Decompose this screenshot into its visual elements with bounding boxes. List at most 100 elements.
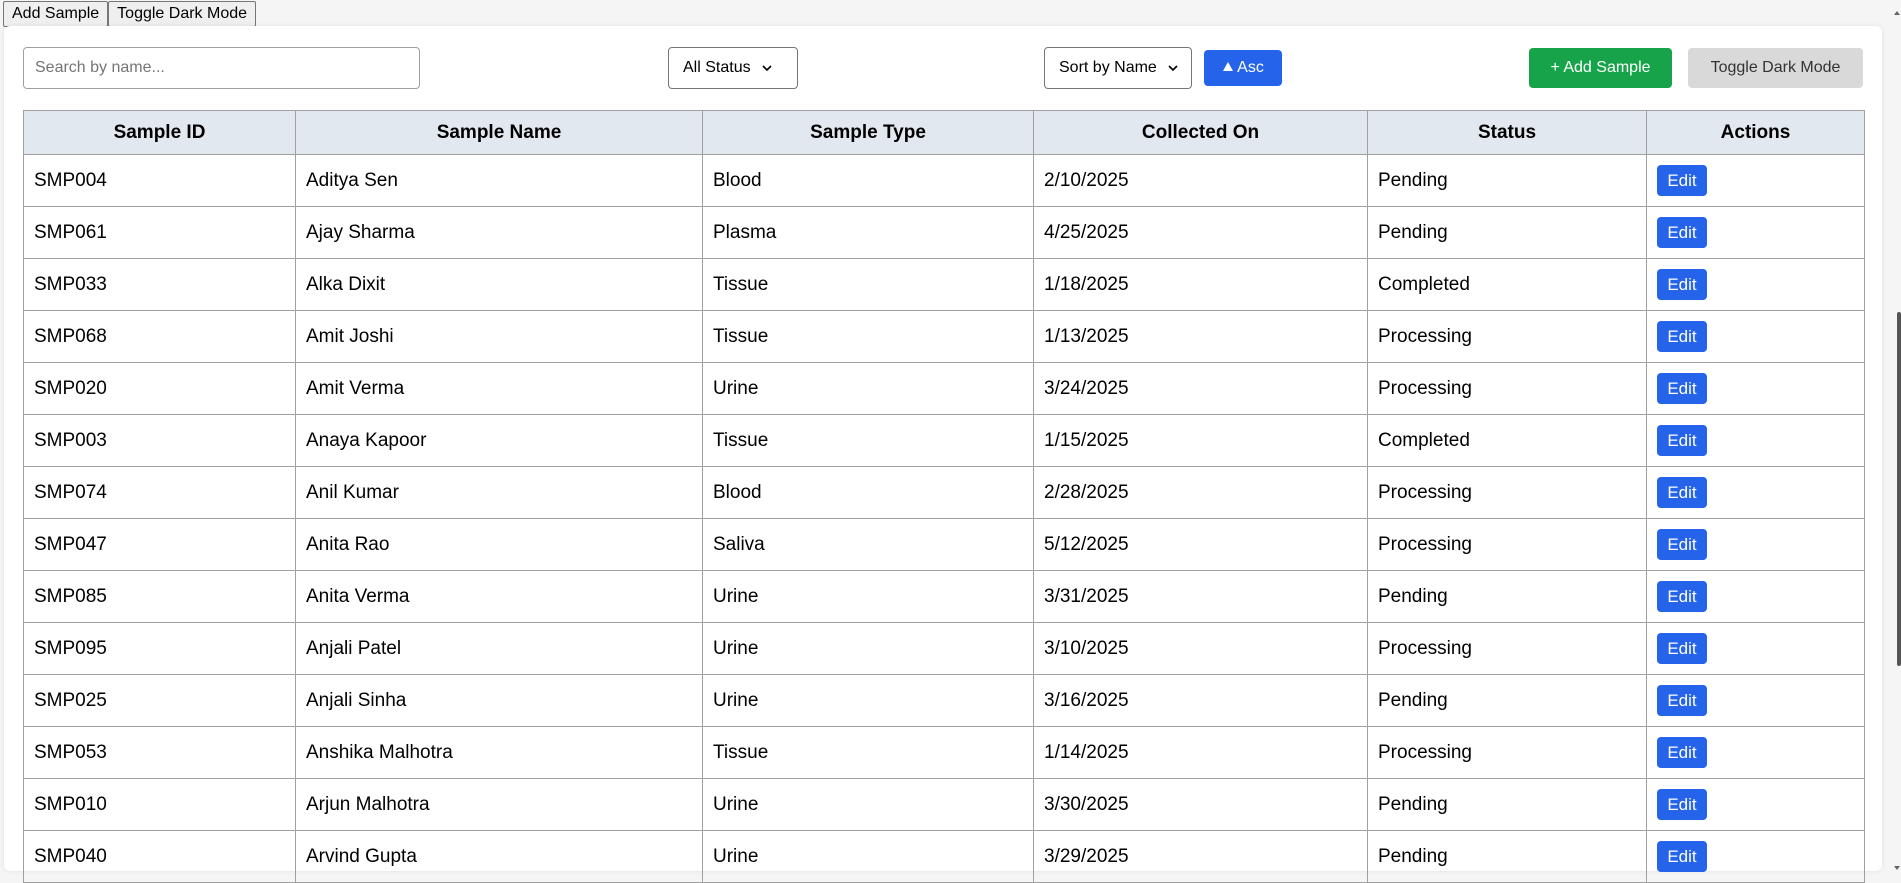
- actions-cell: Edit: [1646, 414, 1865, 467]
- collected-on-cell: 3/24/2025: [1033, 362, 1368, 415]
- collected-on-cell: 4/25/2025: [1033, 206, 1368, 259]
- edit-button[interactable]: Edit: [1657, 789, 1707, 820]
- sample-name-cell: Arjun Malhotra: [295, 778, 703, 831]
- sort-order-label: Asc: [1237, 59, 1264, 76]
- actions-cell: Edit: [1646, 310, 1865, 363]
- sample-id-cell: SMP053: [23, 726, 296, 779]
- column-header-sample-name[interactable]: Sample Name: [295, 110, 703, 155]
- table-body: SMP004 Aditya Sen Blood 2/10/2025 Pending Edi…: [23, 154, 1865, 883]
- toolbar: All Status Sort by Name Asc + Add Sample…: [4, 26, 1882, 110]
- sample-type-cell: Urine: [702, 622, 1034, 675]
- column-header-actions: Actions: [1646, 110, 1865, 155]
- sample-id-cell: SMP010: [23, 778, 296, 831]
- search-input[interactable]: [23, 47, 420, 89]
- actions-cell: Edit: [1646, 466, 1865, 519]
- sample-id-cell: SMP047: [23, 518, 296, 571]
- samples-table: Sample ID Sample Name Sample Type Collec…: [23, 110, 1865, 883]
- table-row: SMP068 Amit Joshi Tissue 1/13/2025 Processin…: [23, 310, 1865, 363]
- sample-type-cell: Blood: [702, 466, 1034, 519]
- status-cell: Processing: [1367, 518, 1647, 571]
- column-header-sample-id[interactable]: Sample ID: [23, 110, 296, 155]
- toggle-dark-mode-button[interactable]: Toggle Dark Mode: [1688, 48, 1863, 88]
- samples-panel: All Status Sort by Name Asc + Add Sample…: [4, 26, 1882, 883]
- edit-button[interactable]: Edit: [1657, 529, 1707, 560]
- table-row: SMP095 Anjali Patel Urine 3/10/2025 Processi…: [23, 622, 1865, 675]
- status-filter-select[interactable]: All Status: [668, 47, 798, 89]
- scrollbar-thumb[interactable]: [1897, 312, 1901, 666]
- sample-name-cell: Anshika Malhotra: [295, 726, 703, 779]
- status-cell: Pending: [1367, 674, 1647, 727]
- column-header-collected-on[interactable]: Collected On: [1033, 110, 1368, 155]
- sample-type-cell: Urine: [702, 362, 1034, 415]
- status-cell: Completed: [1367, 414, 1647, 467]
- scroll-up-icon[interactable]: [1893, 4, 1901, 15]
- actions-cell: Edit: [1646, 622, 1865, 675]
- collected-on-cell: 1/15/2025: [1033, 414, 1368, 467]
- status-cell: Completed: [1367, 258, 1647, 311]
- status-cell: Pending: [1367, 154, 1647, 207]
- sort-by-value: Sort by Name: [1059, 59, 1157, 76]
- sample-id-cell: SMP025: [23, 674, 296, 727]
- add-sample-button[interactable]: + Add Sample: [1529, 48, 1672, 88]
- status-cell: Processing: [1367, 622, 1647, 675]
- sample-id-cell: SMP033: [23, 258, 296, 311]
- column-header-status[interactable]: Status: [1367, 110, 1647, 155]
- sample-id-cell: SMP074: [23, 466, 296, 519]
- actions-cell: Edit: [1646, 258, 1865, 311]
- edit-button[interactable]: Edit: [1657, 373, 1707, 404]
- edit-button[interactable]: Edit: [1657, 477, 1707, 508]
- edit-button[interactable]: Edit: [1657, 581, 1707, 612]
- collected-on-cell: 3/30/2025: [1033, 778, 1368, 831]
- actions-cell: Edit: [1646, 674, 1865, 727]
- sample-name-cell: Anil Kumar: [295, 466, 703, 519]
- table-row: SMP053 Anshika Malhotra Tissue 1/14/2025 Pro…: [23, 726, 1865, 779]
- sample-type-cell: Urine: [702, 830, 1034, 883]
- sample-name-cell: Anaya Kapoor: [295, 414, 703, 467]
- sample-id-cell: SMP061: [23, 206, 296, 259]
- scroll-down-icon[interactable]: [1893, 859, 1901, 870]
- table-row: SMP010 Arjun Malhotra Urine 3/30/2025 Pendin…: [23, 778, 1865, 831]
- table-row: SMP020 Amit Verma Urine 3/24/2025 Processing…: [23, 362, 1865, 415]
- sample-id-cell: SMP003: [23, 414, 296, 467]
- edit-button[interactable]: Edit: [1657, 321, 1707, 352]
- collected-on-cell: 1/14/2025: [1033, 726, 1368, 779]
- actions-cell: Edit: [1646, 726, 1865, 779]
- top-add-sample-button[interactable]: Add Sample: [3, 1, 109, 27]
- sample-type-cell: Tissue: [702, 726, 1034, 779]
- sample-name-cell: Alka Dixit: [295, 258, 703, 311]
- sample-type-cell: Urine: [702, 570, 1034, 623]
- top-toggle-dark-button[interactable]: Toggle Dark Mode: [108, 1, 257, 27]
- page-scrollbar[interactable]: [1894, 0, 1901, 871]
- table-row: SMP025 Anjali Sinha Urine 3/16/2025 Pending E…: [23, 674, 1865, 727]
- sort-order-button[interactable]: Asc: [1204, 50, 1282, 86]
- sample-name-cell: Ajay Sharma: [295, 206, 703, 259]
- status-cell: Processing: [1367, 310, 1647, 363]
- chevron-down-icon: [761, 62, 773, 74]
- edit-button[interactable]: Edit: [1657, 633, 1707, 664]
- column-header-sample-type[interactable]: Sample Type: [702, 110, 1034, 155]
- collected-on-cell: 3/10/2025: [1033, 622, 1368, 675]
- edit-button[interactable]: Edit: [1657, 217, 1707, 248]
- sample-type-cell: Tissue: [702, 414, 1034, 467]
- collected-on-cell: 5/12/2025: [1033, 518, 1368, 571]
- status-filter-value: All Status: [683, 59, 751, 76]
- sample-name-cell: Anjali Sinha: [295, 674, 703, 727]
- edit-button[interactable]: Edit: [1657, 425, 1707, 456]
- edit-button[interactable]: Edit: [1657, 269, 1707, 300]
- triangle-up-icon: [1222, 59, 1234, 77]
- sample-name-cell: Anita Rao: [295, 518, 703, 571]
- sample-name-cell: Arvind Gupta: [295, 830, 703, 883]
- actions-cell: Edit: [1646, 518, 1865, 571]
- table-row: SMP047 Anita Rao Saliva 5/12/2025 Processing…: [23, 518, 1865, 571]
- sort-by-select[interactable]: Sort by Name: [1044, 47, 1192, 89]
- table-row: SMP074 Anil Kumar Blood 2/28/2025 Processing…: [23, 466, 1865, 519]
- edit-button[interactable]: Edit: [1657, 685, 1707, 716]
- sample-name-cell: Anita Verma: [295, 570, 703, 623]
- sample-type-cell: Tissue: [702, 258, 1034, 311]
- status-cell: Pending: [1367, 830, 1647, 883]
- edit-button[interactable]: Edit: [1657, 841, 1707, 872]
- edit-button[interactable]: Edit: [1657, 737, 1707, 768]
- edit-button[interactable]: Edit: [1657, 165, 1707, 196]
- sample-type-cell: Urine: [702, 674, 1034, 727]
- actions-cell: Edit: [1646, 570, 1865, 623]
